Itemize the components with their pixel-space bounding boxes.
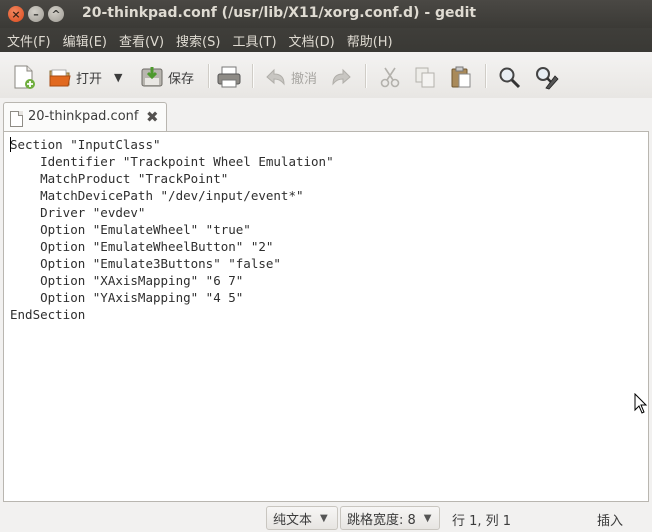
mouse-pointer-icon [634, 393, 648, 414]
syntax-language-dropdown[interactable]: 纯文本 ▼ [266, 506, 338, 530]
tab-width-dropdown[interactable]: 跳格宽度: 8 ▼ [340, 506, 440, 530]
menu-file[interactable]: 文件(F) [2, 31, 56, 50]
minimize-window-button[interactable]: – [28, 6, 44, 22]
undo-button[interactable]: 撤消 [263, 62, 317, 92]
tab-width-label: 跳格宽度: 8 [347, 512, 416, 528]
text-editor[interactable]: Section "InputClass" Identifier "Trackpo… [3, 131, 649, 502]
open-label: 打开 [76, 71, 103, 87]
menu-bar: 文件(F) 编辑(E) 查看(V) 搜索(S) 工具(T) 文档(D) 帮助(H… [0, 28, 652, 52]
undo-label: 撤消 [291, 71, 318, 87]
toolbar-separator [208, 64, 210, 88]
scissors-icon [380, 67, 400, 88]
paste-icon [451, 66, 471, 88]
menu-help[interactable]: 帮助(H) [342, 31, 398, 50]
toolbar-separator [365, 64, 367, 88]
title-bar: × – ^ 20-thinkpad.conf (/usr/lib/X11/xor… [0, 0, 652, 28]
syntax-label: 纯文本 [273, 512, 313, 528]
menu-edit[interactable]: 编辑(E) [58, 31, 112, 50]
new-document-icon [14, 65, 35, 89]
chevron-down-icon: ▼ [114, 70, 123, 84]
print-button[interactable] [216, 62, 242, 92]
find-replace-button[interactable] [533, 62, 559, 92]
save-button[interactable]: 保存 [140, 62, 194, 92]
menu-search[interactable]: 搜索(S) [171, 31, 225, 50]
window-controls: × – ^ [8, 6, 64, 22]
toolbar-separator [252, 64, 254, 88]
close-window-button[interactable]: × [8, 6, 24, 22]
save-icon [141, 67, 163, 87]
chevron-down-icon: ▼ [423, 512, 432, 524]
find-replace-icon [536, 67, 559, 90]
redo-button[interactable] [330, 62, 354, 92]
redo-icon [332, 68, 351, 86]
toolbar: 打开 ▼ 保存 撤消 [0, 52, 652, 99]
insert-mode: 插入 [597, 514, 624, 529]
paste-button[interactable] [449, 62, 473, 92]
open-recent-dropdown[interactable]: ▼ [114, 62, 122, 92]
copy-icon [415, 67, 435, 88]
tab-20-thinkpad-conf[interactable]: 20-thinkpad.conf ✖ [3, 102, 167, 133]
search-icon [499, 67, 521, 89]
maximize-window-button[interactable]: ^ [48, 6, 64, 22]
undo-icon [266, 68, 285, 86]
window-title: 20-thinkpad.conf (/usr/lib/X11/xorg.conf… [82, 5, 477, 21]
menu-view[interactable]: 查看(V) [114, 31, 169, 50]
tab-bar: 20-thinkpad.conf ✖ [0, 98, 652, 133]
menu-tools[interactable]: 工具(T) [227, 31, 281, 50]
text-file-icon [10, 111, 23, 127]
save-label: 保存 [168, 71, 195, 87]
editor-content[interactable]: Section "InputClass" Identifier "Trackpo… [10, 136, 334, 323]
text-caret [10, 137, 11, 152]
cursor-position: 行 1, 列 1 [452, 514, 512, 529]
find-button[interactable] [497, 62, 521, 92]
new-document-button[interactable] [12, 62, 36, 92]
cut-button[interactable] [378, 62, 402, 92]
copy-button[interactable] [413, 62, 437, 92]
printer-icon [217, 66, 241, 88]
tab-close-icon[interactable]: ✖ [146, 110, 159, 125]
menu-documents[interactable]: 文档(D) [284, 31, 340, 50]
tab-label: 20-thinkpad.conf [28, 109, 139, 124]
toolbar-separator [485, 64, 487, 88]
status-bar: 纯文本 ▼ 跳格宽度: 8 ▼ 行 1, 列 1 插入 [0, 502, 652, 532]
open-button[interactable]: 打开 [48, 62, 102, 92]
open-folder-icon [49, 69, 71, 87]
chevron-down-icon: ▼ [320, 512, 328, 524]
